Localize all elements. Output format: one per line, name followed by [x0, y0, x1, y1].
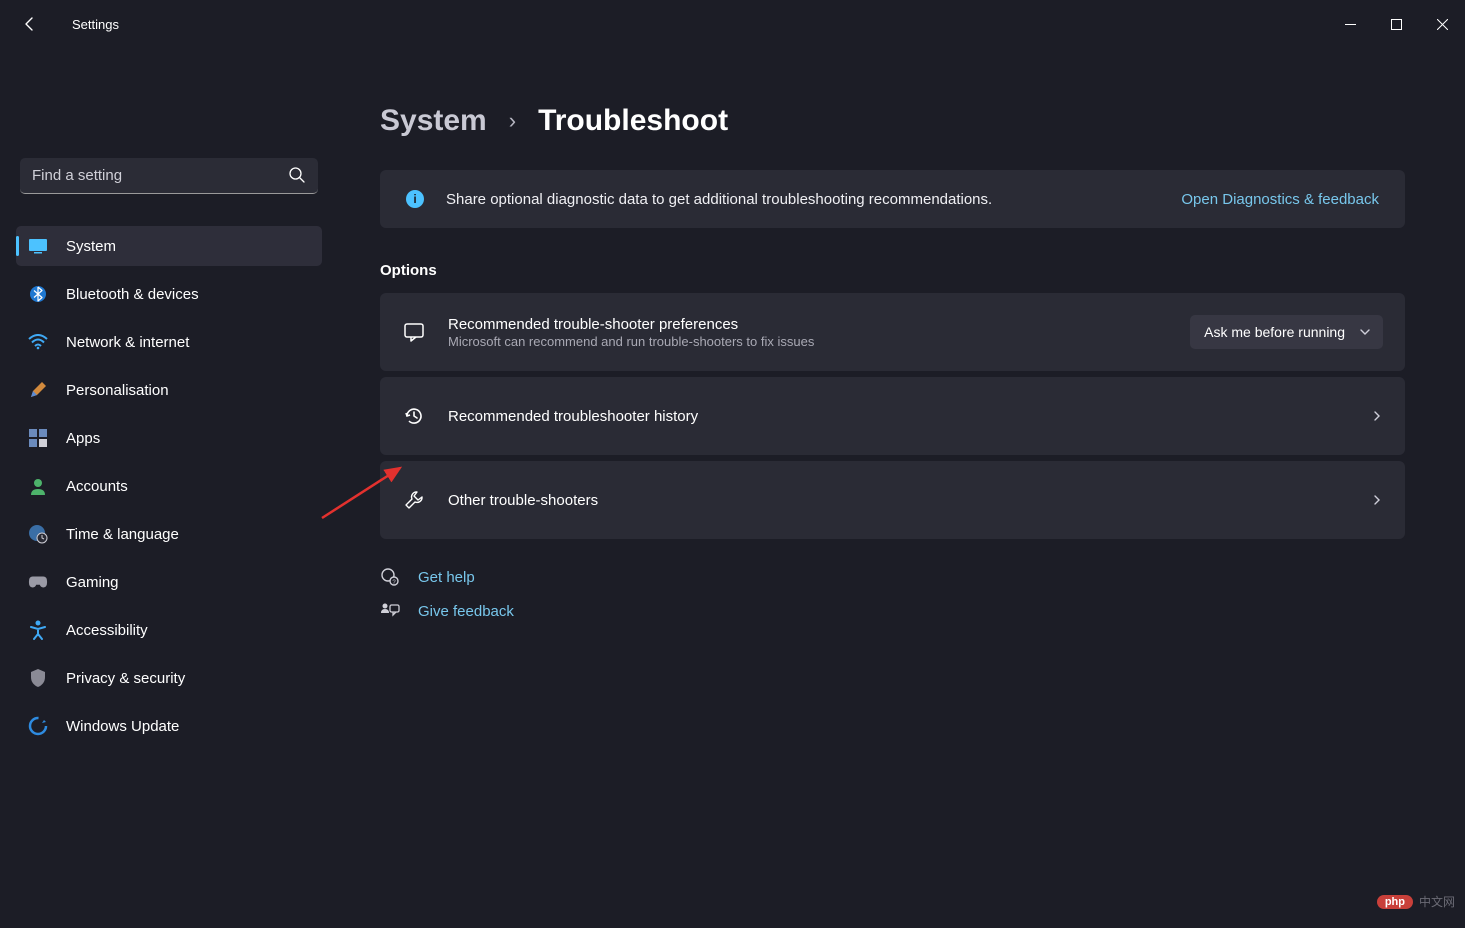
close-button[interactable]	[1419, 8, 1465, 40]
minimize-icon	[1345, 19, 1356, 30]
wifi-icon	[28, 332, 48, 352]
gamepad-icon	[28, 572, 48, 592]
card-title: Recommended troubleshooter history	[448, 408, 1349, 425]
sidebar-item-time-language[interactable]: Time & language	[16, 514, 322, 554]
watermark-text: 中文网	[1419, 893, 1455, 910]
sidebar-item-label: Network & internet	[66, 334, 189, 351]
sidebar-item-label: Time & language	[66, 526, 179, 543]
back-button[interactable]	[12, 6, 48, 42]
titlebar: Settings	[0, 0, 1465, 48]
help-icon: ?	[380, 567, 400, 587]
chevron-right-icon	[1371, 410, 1383, 422]
chevron-right-icon	[1371, 494, 1383, 506]
sidebar-item-system[interactable]: System	[16, 226, 322, 266]
troubleshooter-preferences-card[interactable]: Recommended trouble-shooter preferences …	[380, 293, 1405, 371]
sidebar-item-gaming[interactable]: Gaming	[16, 562, 322, 602]
open-diagnostics-link[interactable]: Open Diagnostics & feedback	[1181, 191, 1379, 208]
app-title: Settings	[72, 17, 119, 32]
options-heading: Options	[380, 262, 1405, 279]
globe-clock-icon	[28, 524, 48, 544]
give-feedback-link[interactable]: Give feedback	[380, 601, 1405, 621]
main-content: System › Troubleshoot i Share optional d…	[338, 48, 1465, 928]
sidebar-item-label: Windows Update	[66, 718, 179, 735]
person-icon	[28, 476, 48, 496]
watermark-badge: php	[1377, 895, 1413, 909]
feedback-icon	[380, 601, 400, 621]
sidebar-item-bluetooth[interactable]: Bluetooth & devices	[16, 274, 322, 314]
close-icon	[1437, 19, 1448, 30]
page-title: Troubleshoot	[538, 104, 728, 138]
breadcrumb-root[interactable]: System	[380, 104, 487, 138]
sidebar-item-windows-update[interactable]: Windows Update	[16, 706, 322, 746]
sidebar: System Bluetooth & devices Network & int…	[0, 48, 338, 928]
get-help-link[interactable]: ? Get help	[380, 567, 1405, 587]
dropdown-value: Ask me before running	[1204, 324, 1345, 340]
maximize-button[interactable]	[1373, 8, 1419, 40]
card-title: Recommended trouble-shooter preferences	[448, 316, 1168, 333]
sidebar-item-label: Bluetooth & devices	[66, 286, 199, 303]
bluetooth-icon	[28, 284, 48, 304]
chevron-down-icon	[1359, 326, 1371, 338]
sidebar-item-accessibility[interactable]: Accessibility	[16, 610, 322, 650]
maximize-icon	[1391, 19, 1402, 30]
other-troubleshooters-card[interactable]: Other trouble-shooters	[380, 461, 1405, 539]
sidebar-item-label: Accessibility	[66, 622, 148, 639]
sidebar-item-label: Privacy & security	[66, 670, 185, 687]
card-title: Other trouble-shooters	[448, 492, 1349, 509]
search-icon	[288, 166, 306, 184]
breadcrumb: System › Troubleshoot	[380, 104, 1405, 138]
preferences-dropdown[interactable]: Ask me before running	[1190, 315, 1383, 349]
link-text: Give feedback	[418, 603, 514, 620]
sidebar-item-label: Gaming	[66, 574, 119, 591]
history-icon	[402, 404, 426, 428]
wrench-icon	[402, 488, 426, 512]
sidebar-item-personalisation[interactable]: Personalisation	[16, 370, 322, 410]
sidebar-item-label: System	[66, 238, 116, 255]
sidebar-item-label: Apps	[66, 430, 100, 447]
sidebar-item-label: Personalisation	[66, 382, 169, 399]
link-text: Get help	[418, 569, 475, 586]
shield-icon	[28, 668, 48, 688]
chat-icon	[402, 320, 426, 344]
search-input[interactable]	[20, 158, 318, 194]
card-subtitle: Microsoft can recommend and run trouble-…	[448, 334, 1168, 349]
minimize-button[interactable]	[1327, 8, 1373, 40]
diagnostics-banner: i Share optional diagnostic data to get …	[380, 170, 1405, 228]
sidebar-item-apps[interactable]: Apps	[16, 418, 322, 458]
apps-icon	[28, 428, 48, 448]
chevron-right-icon: ›	[509, 108, 516, 134]
display-icon	[28, 236, 48, 256]
update-icon	[28, 716, 48, 736]
info-icon: i	[406, 190, 424, 208]
banner-text: Share optional diagnostic data to get ad…	[446, 191, 1159, 208]
sidebar-item-network[interactable]: Network & internet	[16, 322, 322, 362]
paintbrush-icon	[28, 380, 48, 400]
accessibility-icon	[28, 620, 48, 640]
sidebar-item-accounts[interactable]: Accounts	[16, 466, 322, 506]
window-controls	[1327, 8, 1465, 40]
arrow-left-icon	[22, 16, 38, 32]
troubleshooter-history-card[interactable]: Recommended troubleshooter history	[380, 377, 1405, 455]
sidebar-item-label: Accounts	[66, 478, 128, 495]
sidebar-item-privacy[interactable]: Privacy & security	[16, 658, 322, 698]
watermark: php 中文网	[1377, 893, 1455, 910]
